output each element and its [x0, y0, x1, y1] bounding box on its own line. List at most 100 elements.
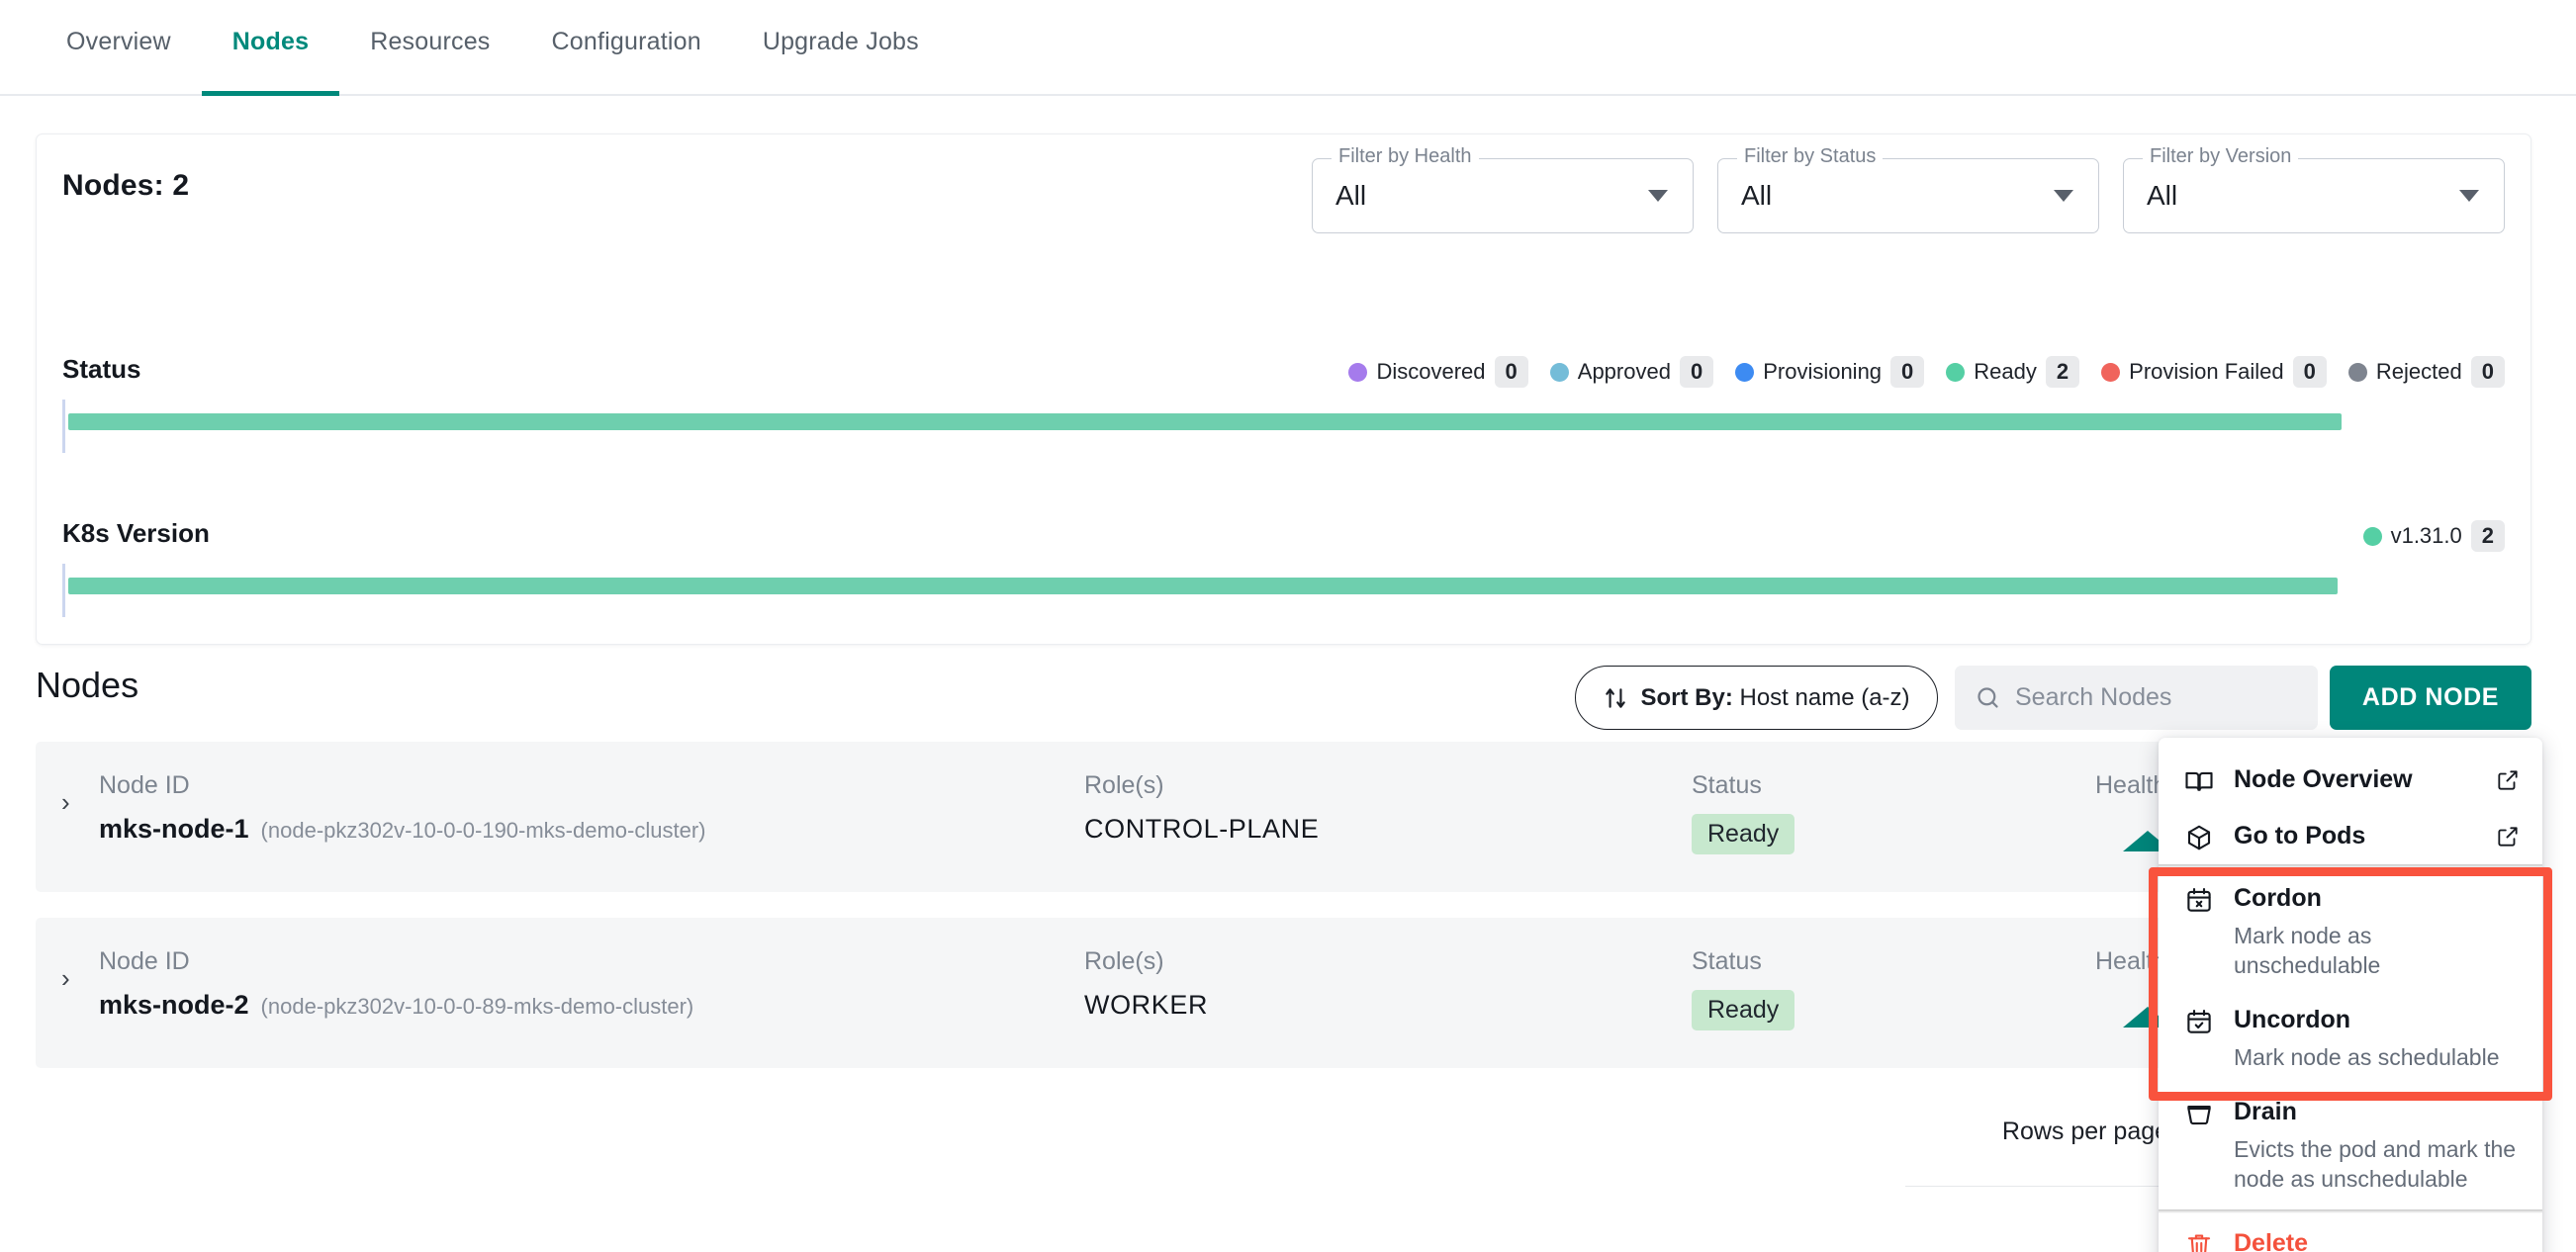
cube-icon — [2184, 823, 2214, 852]
tab-upgrade-jobs[interactable]: Upgrade Jobs — [732, 0, 950, 96]
menu-item-text: Drain Evicts the pod and mark the node a… — [2234, 1096, 2521, 1194]
menu-item-delete[interactable]: Delete — [2159, 1209, 2542, 1252]
table-row[interactable]: › Node ID mks-node-2 (node-pkz302v-10-0-0… — [36, 918, 2531, 1068]
legend-item-discovered: Discovered 0 — [1348, 356, 1528, 388]
calendar-x-icon — [2184, 885, 2214, 915]
legend-item-ready: Ready 2 — [1946, 356, 2080, 388]
filter-version-value: All — [2147, 180, 2178, 211]
filter-by-version-select[interactable]: Filter by Version All — [2123, 145, 2505, 233]
legend-count: 0 — [2470, 356, 2505, 388]
status-bar-fill-ready — [68, 413, 2342, 430]
k8s-version-bar-track — [62, 564, 2506, 617]
menu-item-label: Go to Pods — [2234, 822, 2366, 850]
pagination-bar: Rows per page: 10 — [36, 1088, 2531, 1187]
cell-status: Status Ready — [1692, 771, 1795, 854]
legend-count: 0 — [1679, 356, 1714, 388]
filter-by-status-select[interactable]: Filter by Status All — [1717, 145, 2099, 233]
column-header-status: Status — [1692, 947, 1762, 975]
search-icon — [1978, 687, 1998, 708]
legend-dot-icon — [1549, 362, 1569, 382]
chevron-down-icon — [2459, 190, 2479, 202]
book-icon — [2184, 766, 2214, 796]
legend-dot-icon — [2101, 362, 2121, 382]
filter-group: Filter by Health All Filter by Status Al… — [1312, 145, 2505, 233]
filter-status-value: All — [1741, 180, 1773, 211]
menu-item-cordon[interactable]: Cordon Mark node as unschedulable — [2159, 864, 2542, 992]
table-row[interactable]: › Node ID mks-node-1 (node-pkz302v-10-0-0… — [36, 742, 2531, 892]
node-role: WORKER — [1084, 990, 1209, 1020]
menu-item-text: Delete — [2234, 1227, 2521, 1252]
legend-dot-icon — [1735, 362, 1755, 382]
status-badge: Ready — [1692, 990, 1795, 1030]
menu-item-description: Mark node as unschedulable — [2234, 922, 2381, 978]
legend-dot-icon — [2362, 526, 2382, 546]
chevron-down-icon — [1648, 190, 1668, 202]
cell-roles: Role(s) CONTROL-PLANE — [1084, 771, 1319, 845]
nodes-count-label: Nodes: 2 — [62, 169, 190, 202]
chevron-right-icon[interactable]: › — [61, 789, 70, 815]
legend-count: 2 — [2470, 520, 2505, 552]
node-fqdn: (node-pkz302v-10-0-0-190-mks-demo-cluste… — [260, 818, 706, 843]
nodes-list-title: Nodes — [36, 665, 139, 705]
legend-item-approved: Approved 0 — [1549, 356, 1714, 388]
sort-by-button[interactable]: Sort By: Host name (a-z) — [1575, 666, 1938, 730]
legend-label: Provisioning — [1763, 359, 1883, 384]
calendar-check-icon — [2184, 1007, 2214, 1036]
legend-label: Ready — [1974, 359, 2037, 384]
add-node-button[interactable]: ADD NODE — [2330, 666, 2531, 730]
legend-item-rejected: Rejected 0 — [2347, 356, 2505, 388]
legend-item-v1-31-0: v1.31.0 2 — [2362, 520, 2505, 552]
node-role: CONTROL-PLANE — [1084, 814, 1320, 844]
page-root: Overview Nodes Resources Configuration U… — [0, 0, 2576, 1252]
filter-by-health-select[interactable]: Filter by Health All — [1312, 145, 1694, 233]
search-nodes-input[interactable]: Search Nodes — [1955, 666, 2318, 730]
bucket-icon — [2184, 1099, 2214, 1128]
k8s-version-bar-fill — [68, 578, 2338, 594]
filter-health-value: All — [1335, 180, 1367, 211]
column-header-status: Status — [1692, 771, 1762, 799]
status-badge: Ready — [1692, 814, 1795, 854]
legend-count: 0 — [2292, 356, 2327, 388]
sort-by-prefix: Sort By: — [1640, 683, 1733, 711]
menu-item-drain[interactable]: Drain Evicts the pod and mark the node a… — [2159, 1084, 2542, 1206]
k8s-version-legend: v1.31.0 2 — [2362, 520, 2505, 552]
legend-label: v1.31.0 — [2390, 523, 2462, 548]
menu-item-text: Node Overview — [2234, 763, 2475, 796]
menu-item-node-overview[interactable]: Node Overview — [2159, 752, 2542, 808]
tab-configuration[interactable]: Configuration — [521, 0, 732, 96]
node-context-menu: Node Overview Go to Pods Cordon Mark nod… — [2159, 738, 2542, 1252]
filter-health-legend: Filter by Health — [1332, 145, 1479, 168]
menu-item-label: Cordon — [2234, 884, 2322, 912]
legend-dot-icon — [2347, 362, 2367, 382]
column-header-node-id: Node ID — [99, 771, 190, 799]
menu-item-description: Evicts the pod and mark the node as unsc… — [2234, 1135, 2517, 1192]
legend-count: 2 — [2045, 356, 2080, 388]
sort-by-value: Host name (a-z) — [1739, 683, 1910, 711]
menu-item-label: Delete — [2234, 1229, 2309, 1252]
menu-item-label: Uncordon — [2234, 1006, 2351, 1034]
menu-item-go-to-pods[interactable]: Go to Pods — [2159, 808, 2542, 864]
menu-group-scheduling: Cordon Mark node as unschedulable Uncord… — [2159, 864, 2542, 1206]
menu-item-text: Uncordon Mark node as schedulable — [2234, 1004, 2521, 1072]
tab-list: Overview Nodes Resources Configuration U… — [36, 0, 950, 96]
tab-overview[interactable]: Overview — [36, 0, 202, 96]
legend-dot-icon — [1946, 362, 1966, 382]
filter-status-box — [1717, 158, 2099, 233]
filter-status-legend: Filter by Status — [1737, 145, 1884, 168]
legend-label: Discovered — [1376, 359, 1486, 384]
tab-nodes[interactable]: Nodes — [201, 0, 340, 96]
menu-item-uncordon[interactable]: Uncordon Mark node as schedulable — [2159, 992, 2542, 1084]
k8s-version-section-title: K8s Version — [62, 518, 210, 548]
chevron-right-icon[interactable]: › — [61, 965, 70, 991]
status-legend: Discovered 0 Approved 0 Provisioning 0 R… — [1348, 356, 2505, 388]
trash-icon — [2184, 1230, 2214, 1252]
sort-icon — [1606, 687, 1626, 708]
sort-by-label: Sort By: Host name (a-z) — [1640, 684, 1909, 712]
menu-item-label: Node Overview — [2234, 765, 2413, 793]
external-link-icon — [2495, 767, 2521, 793]
menu-item-label: Drain — [2234, 1098, 2297, 1126]
column-header-roles: Role(s) — [1084, 771, 1164, 799]
rows-per-page-label: Rows per page: — [2001, 1118, 2175, 1145]
menu-item-description: Mark node as schedulable — [2234, 1043, 2500, 1070]
tab-resources[interactable]: Resources — [339, 0, 520, 96]
